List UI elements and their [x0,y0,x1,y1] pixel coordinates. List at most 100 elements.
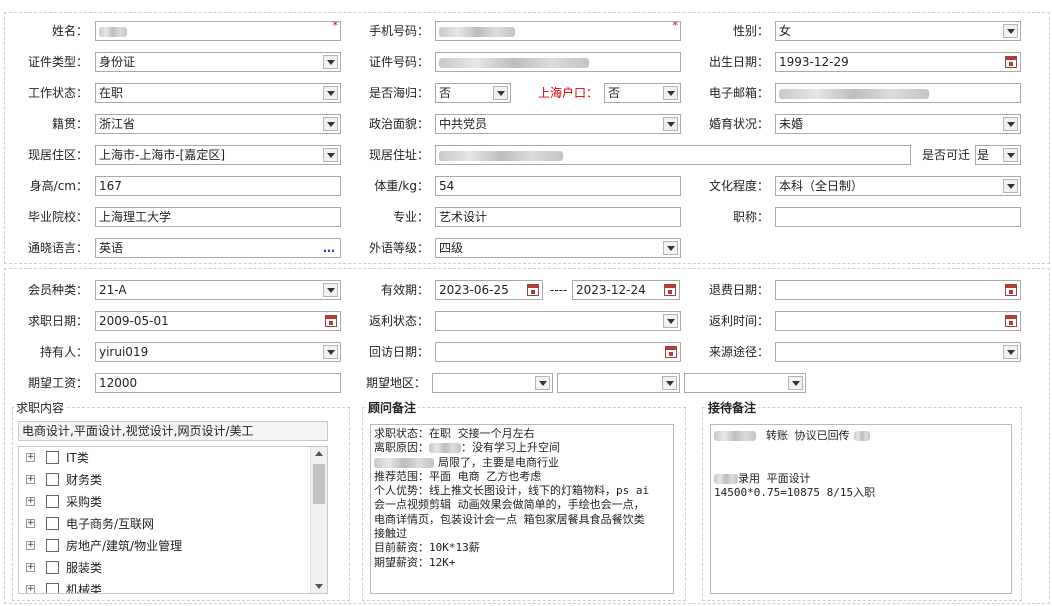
checkbox[interactable] [46,583,59,593]
expand-icon[interactable]: + [26,519,35,528]
foreign-level-select[interactable]: 四级 [435,238,681,258]
checkbox[interactable] [46,539,59,552]
expand-icon[interactable]: + [26,585,35,593]
chevron-down-icon[interactable] [663,117,678,131]
tree-scrollbar[interactable] [310,447,327,593]
chevron-down-icon[interactable] [663,241,678,255]
mobile-input[interactable]: * [435,21,681,41]
rebate-status-select[interactable] [435,311,681,331]
scroll-up-icon[interactable] [315,451,323,456]
chevron-down-icon[interactable] [323,86,338,100]
email-redacted [779,88,929,99]
email-label: 电子邮箱： [708,86,769,100]
residence-area-select[interactable]: 上海市-上海市-[嘉定区] [95,145,341,165]
consultant-notes-textarea[interactable]: 求职状态：在职 交接一个月左右 离职原因： ：没有学习上升空间 局限了，主要是电商… [370,424,674,594]
rebate-time-input[interactable] [775,311,1021,331]
chevron-down-icon[interactable] [1003,179,1018,193]
language-input[interactable]: 英语… [95,238,341,258]
education-select[interactable]: 本科（全日制） [775,176,1021,196]
foreign-level-label: 外语等级： [368,241,429,255]
chevron-down-icon[interactable] [1003,117,1018,131]
holder-label: 持有人： [39,345,88,359]
height-value: 167 [99,179,122,193]
checkbox[interactable] [46,561,59,574]
calendar-icon[interactable] [665,346,677,358]
region-city-select[interactable] [557,373,680,393]
job-date-input[interactable]: 2009-05-01 [95,311,341,331]
chevron-down-icon[interactable] [323,55,338,69]
expand-icon[interactable]: + [26,475,35,484]
chevron-down-icon[interactable] [535,376,550,390]
chevron-down-icon[interactable] [1003,345,1018,359]
school-input[interactable]: 上海理工大学 [95,207,341,227]
source-select[interactable] [775,342,1021,362]
chevron-down-icon[interactable] [323,345,338,359]
member-type-select[interactable]: 21-A [95,280,341,300]
valid-start-input[interactable]: 2023-06-25 [435,280,543,300]
chevron-down-icon[interactable] [1003,24,1018,38]
valid-end-input[interactable]: 2023-12-24 [572,280,680,300]
reception-notes-textarea[interactable]: 转账 协议已回传 录用 平面设计 14500*0.75=10875 8/15入职 [710,424,1012,594]
more-icon[interactable]: … [323,239,336,257]
checkbox[interactable] [46,451,59,464]
source-label: 来源途径： [708,345,769,359]
member-type-value: 21-A [99,283,127,297]
region-province-select[interactable] [432,373,553,393]
calendar-icon[interactable] [1005,284,1017,296]
title-input[interactable] [775,207,1021,227]
id-type-select[interactable]: 身份证 [95,52,341,72]
expand-icon[interactable]: + [26,453,35,462]
checkbox[interactable] [46,495,59,508]
scroll-thumb[interactable] [313,464,325,504]
revisit-date-input[interactable] [435,342,681,362]
job-content-selected-value: 电商设计,平面设计,视觉设计,网页设计/美工 [22,424,254,438]
rebate-status-label: 返利状态： [368,314,429,328]
scroll-down-icon[interactable] [315,584,323,589]
chevron-down-icon[interactable] [323,283,338,297]
holder-select[interactable]: yirui019 [95,342,341,362]
native-place-select[interactable]: 浙江省 [95,114,341,134]
expected-salary-input[interactable]: 12000 [95,373,341,393]
calendar-icon[interactable] [325,315,337,327]
shanghai-hukou-select[interactable]: 否 [604,83,681,103]
birth-date-input[interactable]: 1993-12-29 [775,52,1021,72]
refund-date-input[interactable] [775,280,1021,300]
weight-input[interactable]: 54 [435,176,681,196]
tree-item-label: 房地产/建筑/物业管理 [66,539,183,553]
returnee-select[interactable]: 否 [435,83,511,103]
residence-address-input[interactable] [435,145,911,165]
calendar-icon[interactable] [527,284,539,296]
major-input[interactable]: 艺术设计 [435,207,681,227]
name-input[interactable]: * [95,21,341,41]
calendar-icon[interactable] [1005,56,1017,68]
native-place-label: 籍贯： [51,117,88,131]
chevron-down-icon[interactable] [1003,148,1018,162]
note-line [714,458,1008,472]
chevron-down-icon[interactable] [662,376,677,390]
chevron-down-icon[interactable] [323,148,338,162]
id-number-input[interactable] [435,52,681,72]
calendar-icon[interactable] [1005,315,1017,327]
expand-icon[interactable]: + [26,497,35,506]
job-tree-list: + IT类 + 财务类 + 采购类 + 电子商务/互联网 + 房地产/建筑/物业管理 + 服… [24,448,309,593]
expand-icon[interactable]: + [26,541,35,550]
chevron-down-icon[interactable] [663,86,678,100]
chevron-down-icon[interactable] [493,86,508,100]
checkbox[interactable] [46,473,59,486]
calendar-icon[interactable] [664,284,676,296]
work-status-select[interactable]: 在职 [95,83,341,103]
checkbox[interactable] [46,517,59,530]
chevron-down-icon[interactable] [663,314,678,328]
chevron-down-icon[interactable] [323,117,338,131]
relocate-select[interactable]: 是 [975,145,1021,165]
job-content-selected[interactable]: 电商设计,平面设计,视觉设计,网页设计/美工 [18,421,328,441]
marital-value: 未婚 [779,117,804,131]
expand-icon[interactable]: + [26,563,35,572]
height-input[interactable]: 167 [95,176,341,196]
chevron-down-icon[interactable] [788,376,803,390]
region-district-select[interactable] [684,373,806,393]
email-input[interactable] [775,83,1021,103]
gender-select[interactable]: 女 [775,21,1021,41]
marital-select[interactable]: 未婚 [775,114,1021,134]
political-select[interactable]: 中共党员 [435,114,681,134]
